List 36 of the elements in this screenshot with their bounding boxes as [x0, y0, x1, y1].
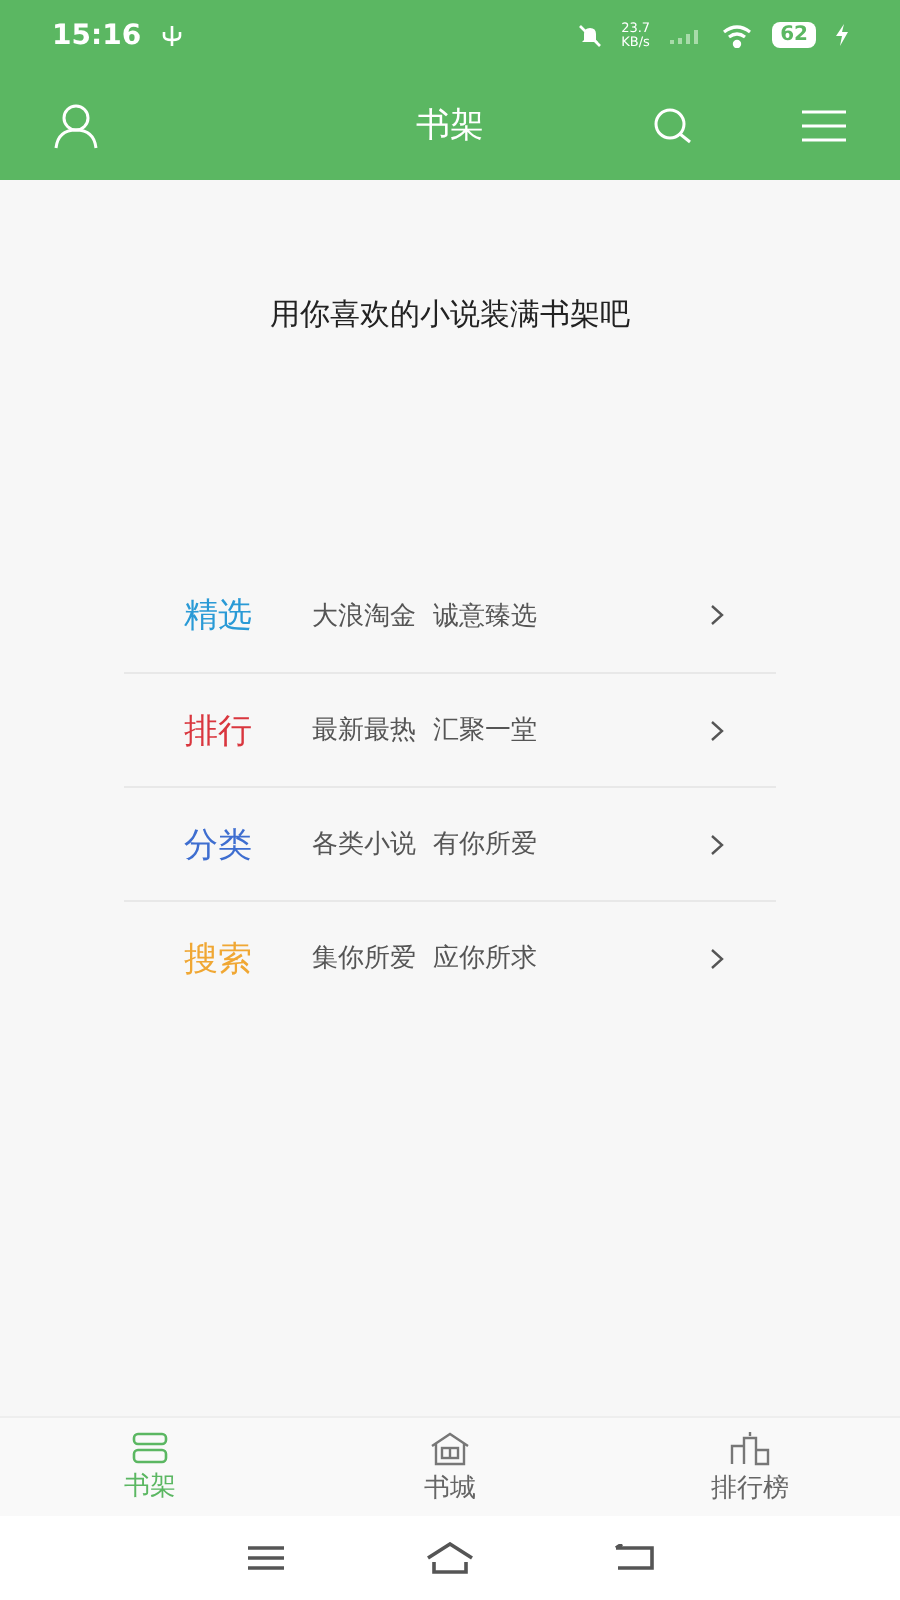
menu-title: 排行 — [184, 709, 254, 753]
back-icon[interactable] — [614, 1544, 654, 1572]
menu-subtitle: 各类小说 有你所爱 — [312, 828, 539, 862]
chevron-icon — [710, 604, 724, 626]
time: 15:16 — [52, 19, 142, 51]
menu-row[interactable]: 排行 最新最热 汇聚一堂 — [124, 672, 776, 786]
charging-icon — [836, 24, 848, 46]
chevron-icon — [710, 719, 724, 741]
empty-shelf-message: 用你喜欢的小说装满书架吧 — [270, 296, 630, 334]
menu-subtitle: 最新最热 汇聚一堂 — [312, 714, 539, 748]
chevron-icon — [710, 947, 724, 969]
menu-row[interactable]: 精选 大浪淘金 诚意臻选 — [124, 558, 776, 672]
menu-title: 搜索 — [184, 937, 254, 981]
menu-title: 分类 — [184, 823, 254, 867]
tab-label: 书架 — [124, 1469, 176, 1503]
house-icon — [428, 1429, 472, 1465]
menu-subtitle: 集你所爱 应你所求 — [312, 942, 539, 976]
tab[interactable]: 排行榜 — [600, 1418, 900, 1516]
usb-icon — [161, 23, 182, 47]
podium-icon — [728, 1429, 772, 1465]
tab-label: 书城 — [424, 1471, 476, 1505]
battery-level: 62 — [772, 22, 816, 48]
tab-label: 排行榜 — [711, 1471, 789, 1505]
menu-title: 精选 — [184, 594, 254, 638]
signal-icon — [670, 27, 703, 43]
tab[interactable]: 书城 — [300, 1418, 600, 1516]
wifi-icon — [722, 23, 753, 47]
menu-row[interactable]: 搜索 集你所爱 应你所求 — [124, 900, 776, 1014]
page-title: 书架 — [416, 104, 484, 148]
mute-bell-icon — [577, 23, 602, 47]
chevron-icon — [710, 833, 724, 855]
menu-icon[interactable] — [246, 1544, 286, 1572]
home-icon[interactable] — [426, 1542, 474, 1574]
menu-row[interactable]: 分类 各类小说 有你所爱 — [124, 786, 776, 900]
menu-subtitle: 大浪淘金 诚意臻选 — [312, 599, 539, 633]
shelf-icon — [130, 1431, 170, 1463]
